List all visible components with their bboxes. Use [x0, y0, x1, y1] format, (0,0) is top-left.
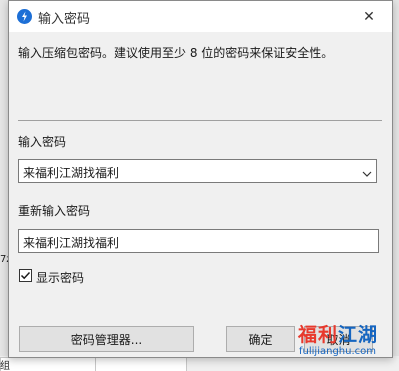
watermark: 福利江湖 fulijianghu.com	[292, 318, 396, 366]
background-app-right	[393, 0, 399, 371]
password-manager-button[interactable]: 密码管理器...	[19, 326, 194, 352]
watermark-url: fulijianghu.com	[299, 346, 376, 357]
password-field[interactable]: 来福利江湖找福利	[18, 159, 377, 183]
app-logo-icon	[17, 9, 32, 24]
screen: 7z 组 输入密码 ✕ 输入压缩包密码。建议使用至少 8 位的密码来保证安全性。…	[0, 0, 399, 371]
dialog-description: 输入压缩包密码。建议使用至少 8 位的密码来保证安全性。	[18, 46, 334, 60]
background-cell	[0, 357, 97, 371]
password-value: 来福利江湖找福利	[23, 166, 120, 180]
checkmark-icon	[20, 271, 31, 280]
watermark-logo: 福利江湖	[298, 324, 379, 346]
dialog-title: 输入密码	[38, 12, 91, 27]
dialog-titlebar: 输入密码 ✕	[9, 1, 392, 32]
password-label: 输入密码	[18, 135, 67, 149]
background-text-fragment: 组	[0, 361, 10, 371]
divider	[18, 120, 382, 121]
show-password-checkbox[interactable]	[19, 269, 32, 282]
confirm-password-value: 来福利江湖找福利	[23, 236, 120, 250]
description-panel: 输入压缩包密码。建议使用至少 8 位的密码来保证安全性。	[9, 32, 392, 112]
background-app-left	[0, 0, 8, 371]
close-button[interactable]: ✕	[346, 1, 392, 32]
chevron-down-icon[interactable]	[362, 167, 372, 181]
close-icon: ✕	[363, 8, 375, 25]
password-dialog: 输入密码 ✕ 输入压缩包密码。建议使用至少 8 位的密码来保证安全性。 输入密码…	[8, 0, 393, 358]
background-cell	[95, 357, 187, 371]
confirm-password-label: 重新输入密码	[18, 204, 91, 218]
ok-button[interactable]: 确定	[226, 326, 295, 352]
show-password-label[interactable]: 显示密码	[36, 269, 84, 286]
confirm-password-field[interactable]: 来福利江湖找福利	[18, 229, 379, 253]
